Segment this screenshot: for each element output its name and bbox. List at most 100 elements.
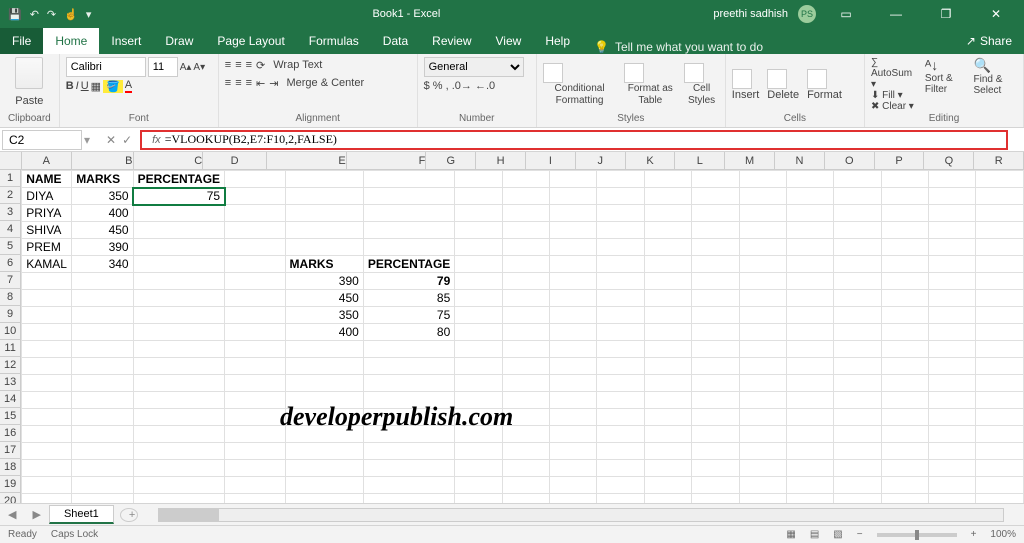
col-header[interactable]: N	[775, 152, 825, 169]
cell[interactable]	[739, 409, 786, 426]
cell[interactable]	[644, 171, 691, 188]
tab-data[interactable]: Data	[371, 28, 420, 54]
save-icon[interactable]: 💾	[8, 8, 22, 21]
row-header[interactable]: 7	[0, 272, 21, 289]
cell[interactable]: 400	[285, 324, 363, 341]
cell[interactable]	[786, 460, 833, 477]
cell[interactable]	[786, 171, 833, 188]
cell[interactable]	[644, 358, 691, 375]
cell[interactable]	[72, 443, 133, 460]
cell[interactable]	[502, 290, 549, 307]
cell[interactable]	[225, 477, 285, 494]
cell[interactable]	[72, 426, 133, 443]
cell[interactable]	[502, 358, 549, 375]
cell[interactable]	[72, 409, 133, 426]
paste-button[interactable]: Paste	[11, 93, 47, 109]
cell[interactable]	[133, 222, 224, 239]
insert-cells-button[interactable]: Insert	[732, 69, 760, 101]
cell[interactable]	[597, 188, 644, 205]
indent-dec-icon[interactable]: ⇤	[256, 77, 265, 90]
tab-home[interactable]: Home	[43, 28, 99, 54]
cell[interactable]	[502, 188, 549, 205]
cell[interactable]	[550, 324, 597, 341]
font-name-select[interactable]	[66, 57, 146, 77]
row-header[interactable]: 3	[0, 204, 21, 221]
cell[interactable]	[739, 171, 786, 188]
format-as-table-button[interactable]: Format as Table	[624, 63, 676, 107]
row-header[interactable]: 11	[0, 340, 21, 357]
cell[interactable]	[133, 205, 224, 222]
currency-icon[interactable]: $	[424, 80, 430, 92]
cell[interactable]	[22, 290, 72, 307]
clear-button[interactable]: ✖ Clear ▾	[871, 101, 915, 112]
cell[interactable]	[739, 443, 786, 460]
border-icon[interactable]: ▦	[91, 80, 101, 93]
indent-inc-icon[interactable]: ⇥	[269, 77, 278, 90]
cell[interactable]	[834, 256, 881, 273]
cell[interactable]	[739, 222, 786, 239]
cell[interactable]	[692, 273, 739, 290]
cell[interactable]	[739, 392, 786, 409]
cell[interactable]	[881, 426, 928, 443]
row-header[interactable]: 12	[0, 357, 21, 374]
row-header[interactable]: 6	[0, 255, 21, 272]
cell[interactable]	[133, 426, 224, 443]
cell[interactable]	[455, 290, 502, 307]
cell[interactable]	[881, 222, 928, 239]
cell[interactable]	[834, 477, 881, 494]
cell[interactable]	[133, 375, 224, 392]
cell[interactable]	[285, 188, 363, 205]
fill-color-icon[interactable]: 🪣	[103, 80, 123, 93]
cancel-formula-icon[interactable]: ✕	[106, 133, 116, 147]
close-icon[interactable]: ✕	[976, 7, 1016, 21]
cell[interactable]	[502, 460, 549, 477]
italic-button[interactable]: I	[76, 80, 79, 92]
cell[interactable]	[692, 324, 739, 341]
cell[interactable]	[502, 307, 549, 324]
cell[interactable]	[692, 171, 739, 188]
cell[interactable]: 390	[285, 273, 363, 290]
cell[interactable]	[455, 477, 502, 494]
cell[interactable]	[739, 324, 786, 341]
cell[interactable]	[225, 307, 285, 324]
comma-icon[interactable]: ,	[446, 80, 449, 92]
cell[interactable]	[225, 324, 285, 341]
cell[interactable]	[929, 477, 976, 494]
col-header[interactable]: Q	[924, 152, 974, 169]
cell[interactable]	[502, 171, 549, 188]
cell[interactable]	[550, 460, 597, 477]
cell[interactable]	[739, 256, 786, 273]
maximize-icon[interactable]: ❐	[926, 7, 966, 21]
cell[interactable]	[502, 239, 549, 256]
cell[interactable]	[550, 290, 597, 307]
cell[interactable]	[786, 205, 833, 222]
align-top-icon[interactable]: ≡	[225, 59, 231, 71]
cell[interactable]	[881, 205, 928, 222]
cell[interactable]	[597, 307, 644, 324]
cell[interactable]	[739, 426, 786, 443]
cell[interactable]	[929, 443, 976, 460]
cell[interactable]	[834, 460, 881, 477]
cell[interactable]: NAME	[22, 171, 72, 188]
cell[interactable]	[550, 358, 597, 375]
row-header[interactable]: 9	[0, 306, 21, 323]
row-header[interactable]: 16	[0, 425, 21, 442]
cell[interactable]	[644, 460, 691, 477]
cell[interactable]	[285, 222, 363, 239]
cell[interactable]	[739, 341, 786, 358]
cell[interactable]	[550, 239, 597, 256]
cell[interactable]	[692, 290, 739, 307]
cell[interactable]	[502, 341, 549, 358]
cell[interactable]	[225, 460, 285, 477]
cell[interactable]	[133, 239, 224, 256]
cell[interactable]	[976, 443, 1024, 460]
cell[interactable]	[133, 341, 224, 358]
cell[interactable]	[881, 341, 928, 358]
cell[interactable]	[929, 273, 976, 290]
cell[interactable]	[644, 307, 691, 324]
name-box[interactable]: C2	[2, 130, 82, 150]
touch-icon[interactable]: ☝	[64, 8, 78, 21]
cell[interactable]	[929, 375, 976, 392]
view-layout-icon[interactable]: ▤	[810, 529, 819, 540]
cell[interactable]	[225, 375, 285, 392]
